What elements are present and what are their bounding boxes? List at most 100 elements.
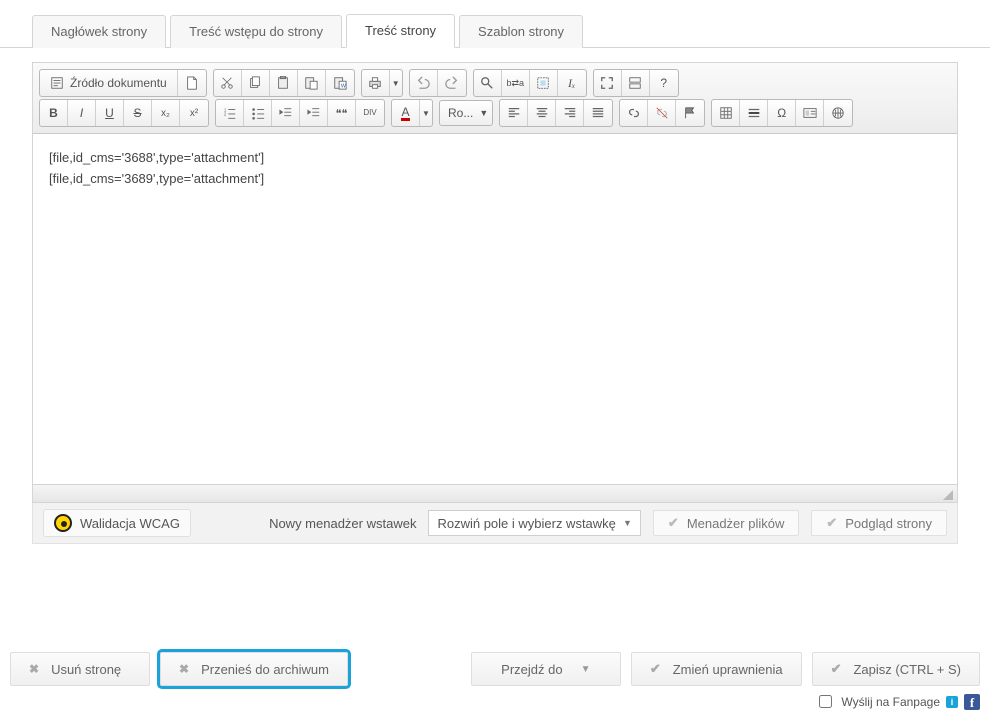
page-footer: ✖ Usuń stronę ✖ Przenieś do archiwum Prz… — [0, 628, 990, 717]
indent-button[interactable] — [300, 100, 328, 126]
source-button[interactable]: Źródło dokumentu — [40, 70, 178, 96]
print-dropdown[interactable]: ▼ — [390, 70, 402, 96]
about-button[interactable]: ? — [650, 70, 678, 96]
ul-button[interactable] — [244, 100, 272, 126]
editor-resize-bar[interactable] — [33, 484, 957, 502]
undo-button[interactable] — [410, 70, 438, 96]
special-char-button[interactable]: Ω — [768, 100, 796, 126]
tab-content[interactable]: Treść strony — [346, 14, 455, 48]
file-manager-button[interactable]: ✔ Menadżer plików — [653, 510, 799, 536]
bold-button[interactable]: B — [40, 100, 68, 126]
outdent-button[interactable] — [272, 100, 300, 126]
anchor-button[interactable] — [676, 100, 704, 126]
fanpage-label: Wyślij na Fanpage — [841, 695, 940, 709]
check-icon: ✔ — [831, 661, 842, 677]
tab-template[interactable]: Szablon strony — [459, 15, 583, 48]
page-preview-button[interactable]: ✔ Podgląd strony — [811, 510, 947, 536]
editor-toolbar: Źródło dokumentu W ▼ — [33, 63, 957, 134]
archive-button[interactable]: ✖ Przenieś do archiwum — [160, 652, 348, 686]
editor-content[interactable]: [file,id_cms='3688',type='attachment'] [… — [33, 134, 957, 484]
fanpage-checkbox[interactable] — [819, 695, 832, 708]
ul-icon — [251, 106, 265, 120]
x-icon: ✖ — [29, 662, 39, 676]
tab-intro[interactable]: Treść wstępu do strony — [170, 15, 342, 48]
tab-header[interactable]: Nagłówek strony — [32, 15, 166, 48]
paste-text-icon — [304, 76, 318, 90]
page-icon — [185, 76, 199, 90]
save-button[interactable]: ✔ Zapisz (CTRL + S) — [812, 652, 980, 686]
replace-button[interactable]: b⇄a — [502, 70, 530, 96]
scissors-icon — [220, 76, 234, 90]
iframe-icon — [803, 106, 817, 120]
globe-button[interactable] — [824, 100, 852, 126]
align-left-button[interactable] — [500, 100, 528, 126]
blockquote-button[interactable]: ❝❝ — [328, 100, 356, 126]
styles-dropdown[interactable]: Ro...▼ — [439, 100, 493, 126]
align-center-button[interactable] — [528, 100, 556, 126]
facebook-icon[interactable]: f — [964, 694, 980, 710]
content-line-2: [file,id_cms='3689',type='attachment'] — [49, 169, 941, 190]
text-color-button[interactable]: A — [392, 100, 420, 126]
check-icon: ✔ — [650, 661, 661, 677]
ol-button[interactable]: 12 — [216, 100, 244, 126]
hr-icon — [747, 106, 761, 120]
maximize-icon — [600, 76, 614, 90]
hr-button[interactable] — [740, 100, 768, 126]
paste-text-button[interactable] — [298, 70, 326, 96]
editor-panel: Źródło dokumentu W ▼ — [32, 62, 958, 503]
copy-button[interactable] — [242, 70, 270, 96]
paste-word-icon: W — [333, 76, 347, 90]
select-all-button[interactable] — [530, 70, 558, 96]
italic-button[interactable]: I — [68, 100, 96, 126]
insert-manager-label: Nowy menadżer wstawek — [269, 516, 416, 531]
table-button[interactable] — [712, 100, 740, 126]
print-icon — [368, 76, 382, 90]
info-icon[interactable]: i — [946, 696, 958, 708]
unlink-button[interactable] — [648, 100, 676, 126]
align-justify-button[interactable] — [584, 100, 612, 126]
text-color-dropdown[interactable]: ▼ — [420, 100, 432, 126]
subscript-button[interactable]: x₂ — [152, 100, 180, 126]
link-icon — [627, 106, 641, 120]
paste-word-button[interactable]: W — [326, 70, 354, 96]
search-icon — [480, 76, 494, 90]
ol-icon: 12 — [223, 106, 237, 120]
remove-format-button[interactable]: Iₓ — [558, 70, 586, 96]
goto-dropdown[interactable]: Przejdź do ▼ — [471, 652, 621, 686]
strike-button[interactable]: S — [124, 100, 152, 126]
indent-icon — [307, 106, 321, 120]
underline-button[interactable]: U — [96, 100, 124, 126]
new-page-button[interactable] — [178, 70, 206, 96]
chevron-down-icon: ▼ — [581, 664, 591, 675]
resize-grip-icon — [943, 490, 953, 500]
align-right-button[interactable] — [556, 100, 584, 126]
insert-select[interactable]: Rozwiń pole i wybierz wstawkę — [428, 510, 640, 536]
align-center-icon — [535, 106, 549, 120]
undo-icon — [416, 76, 430, 90]
paste-icon — [276, 76, 290, 90]
show-blocks-button[interactable] — [622, 70, 650, 96]
wcag-validation-badge[interactable]: Walidacja WCAG — [43, 509, 191, 537]
flag-icon — [683, 106, 697, 120]
redo-button[interactable] — [438, 70, 466, 96]
redo-icon — [445, 76, 459, 90]
source-icon — [50, 76, 64, 90]
wcag-eye-icon — [54, 514, 72, 532]
maximize-button[interactable] — [594, 70, 622, 96]
find-button[interactable] — [474, 70, 502, 96]
link-button[interactable] — [620, 100, 648, 126]
select-all-icon — [536, 76, 550, 90]
superscript-button[interactable]: x² — [180, 100, 208, 126]
delete-page-button[interactable]: ✖ Usuń stronę — [10, 652, 150, 686]
svg-text:2: 2 — [223, 112, 226, 117]
change-permissions-button[interactable]: ✔ Zmień uprawnienia — [631, 652, 802, 686]
paste-button[interactable] — [270, 70, 298, 96]
cut-button[interactable] — [214, 70, 242, 96]
align-right-icon — [563, 106, 577, 120]
content-line-1: [file,id_cms='3688',type='attachment'] — [49, 148, 941, 169]
svg-text:W: W — [341, 83, 346, 89]
iframe-button[interactable] — [796, 100, 824, 126]
div-button[interactable]: DIV — [356, 100, 384, 126]
outdent-icon — [279, 106, 293, 120]
print-button[interactable] — [362, 70, 390, 96]
